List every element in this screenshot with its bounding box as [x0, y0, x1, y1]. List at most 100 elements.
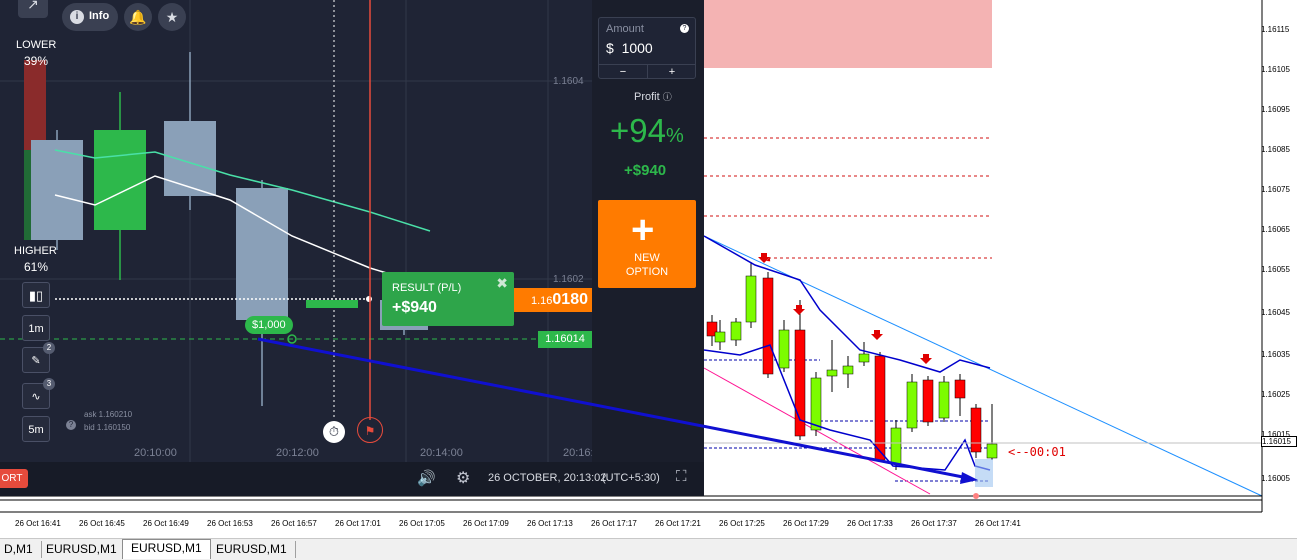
time-label: 26 Oct 17:25: [719, 519, 765, 528]
new-option-line2: OPTION: [625, 266, 669, 278]
star-icon[interactable]: ★: [158, 3, 186, 31]
time-label: 26 Oct 17:05: [399, 519, 445, 528]
info-button[interactable]: i Info: [62, 3, 118, 31]
strike-price-tag: 1.16014: [538, 331, 592, 348]
amount-box: Amount ? $ 1000 − +: [598, 17, 696, 79]
mt4-candle: [858, 353, 870, 363]
new-option-button[interactable]: + NEW OPTION: [598, 200, 696, 288]
time-label: 26 Oct 17:09: [463, 519, 509, 528]
candles-tool-button[interactable]: ▮▯: [22, 282, 50, 308]
draw-tool-button[interactable]: ✎ 2: [22, 342, 55, 373]
settings-gear-icon[interactable]: ⚙: [456, 468, 470, 488]
pencil-icon: ✎: [31, 355, 41, 367]
price-label: 1.16095: [1261, 105, 1290, 114]
mt4-candle: [986, 443, 998, 459]
time-label: 26 Oct 16:57: [271, 519, 317, 528]
lower-percent: 39%: [24, 54, 49, 68]
mt4-candle: [890, 427, 902, 465]
mt4-candle: [906, 381, 918, 429]
info-label: Info: [89, 10, 110, 22]
price-label: 1.16085: [1261, 145, 1290, 154]
price-label: 1.16065: [1261, 225, 1290, 234]
ask-price: ask 1.160210: [84, 410, 133, 419]
mt4-candle: [730, 321, 742, 341]
price-label: 1.16115: [1261, 25, 1290, 34]
iq-candle: [164, 121, 216, 196]
time-label: 26 Oct 16:45: [79, 519, 125, 528]
help-icon[interactable]: ?: [66, 420, 76, 430]
price-label: 1.16075: [1261, 185, 1290, 194]
time-label: 26 Oct 17:29: [783, 519, 829, 528]
close-icon[interactable]: ✖: [496, 275, 508, 292]
time-label-3: 20:14:00: [420, 447, 463, 459]
new-option-line1: NEW: [634, 252, 660, 264]
bell-icon[interactable]: 🔔: [124, 3, 152, 31]
countdown-timer: <--00:01: [1008, 445, 1066, 459]
amount-minus-button[interactable]: −: [599, 64, 647, 79]
time-label: 26 Oct 16:53: [207, 519, 253, 528]
profit-percent: +94%: [610, 112, 684, 149]
support-button[interactable]: ORT: [0, 469, 28, 488]
stopwatch-icon[interactable]: ⏱: [323, 421, 345, 443]
mt4-candle: [954, 379, 966, 399]
time-label: 26 Oct 16:41: [15, 519, 61, 528]
chart-tabs: D,M1 EURUSD,M1 EURUSD,M1 EURUSD,M1: [0, 538, 1297, 560]
interval-button[interactable]: 1m: [22, 315, 50, 341]
amount-label: Amount: [606, 23, 644, 35]
candles-icon: ▮▯: [28, 288, 44, 303]
indicator-badge: 3: [43, 378, 55, 390]
interval2-button[interactable]: 5m: [22, 416, 50, 442]
result-value: +$940: [392, 299, 437, 316]
mt4-candle: [745, 275, 757, 323]
bet-amount-badge: $1,000: [245, 316, 293, 334]
tab-chart-4[interactable]: EURUSD,M1: [208, 541, 296, 558]
amount-value: 1000: [621, 40, 653, 56]
time-label: 26 Oct 17:37: [911, 519, 957, 528]
collapse-icon[interactable]: ↗: [18, 0, 48, 18]
bid-price: bid 1.160150: [84, 423, 131, 432]
tab-chart-3-active[interactable]: EURUSD,M1: [122, 539, 211, 559]
finish-flag-icon[interactable]: ⚑: [357, 417, 383, 443]
mt4-candle: [810, 377, 822, 431]
time-label: 26 Oct 16:49: [143, 519, 189, 528]
price-label: 1.16035: [1261, 350, 1290, 359]
amount-input[interactable]: $ 1000: [606, 40, 653, 56]
time-label: 26 Oct 17:01: [335, 519, 381, 528]
draw-badge: 2: [43, 342, 55, 354]
current-price-suffix: 0180: [552, 291, 588, 308]
volume-icon[interactable]: 🔊: [417, 469, 436, 487]
price-tick-1: 1.1604: [553, 76, 584, 87]
mt4-candle: [714, 331, 726, 343]
profit-help-icon[interactable]: ⓘ: [663, 92, 672, 102]
current-price-label: 1.16015: [1261, 436, 1297, 447]
higher-label: HIGHER: [14, 245, 57, 257]
amount-help-icon[interactable]: ?: [680, 24, 689, 33]
profit-value: +$940: [624, 162, 667, 179]
fullscreen-icon[interactable]: ⛶: [676, 468, 687, 485]
time-label-4: 20:16:: [563, 447, 594, 459]
currency-symbol: $: [606, 40, 614, 56]
tab-chart-1[interactable]: D,M1: [0, 541, 42, 558]
supply-zone: [704, 0, 992, 68]
price-label: 1.16005: [1261, 474, 1290, 483]
iq-option-window: ↗ i Info 🔔 ★ LOWER 39% HIGHER 61% 1.1604…: [0, 0, 704, 496]
amount-plus-button[interactable]: +: [647, 64, 696, 79]
indicators-button[interactable]: ∿ 3: [22, 378, 55, 409]
time-label: 26 Oct 17:21: [655, 519, 701, 528]
higher-percent: 61%: [24, 260, 49, 274]
result-title: RESULT (P/L): [392, 282, 462, 294]
mt4-candle: [778, 329, 790, 369]
timezone: (UTC+5:30): [602, 472, 660, 484]
profit-label: Profit ⓘ: [634, 91, 672, 103]
time-label-2: 20:12:00: [276, 447, 319, 459]
mt4-candle: [762, 277, 774, 375]
mt4-candle: [922, 379, 934, 423]
plus-icon: +: [631, 208, 655, 252]
mt4-candle: [826, 369, 838, 377]
result-popup: RESULT (P/L) +$940 ✖: [382, 272, 514, 326]
iq-candle: [31, 140, 83, 240]
price-label: 1.16045: [1261, 308, 1290, 317]
tab-chart-2[interactable]: EURUSD,M1: [38, 541, 126, 558]
indicator-wave-icon: ∿: [31, 391, 41, 403]
time-label: 26 Oct 17:13: [527, 519, 573, 528]
